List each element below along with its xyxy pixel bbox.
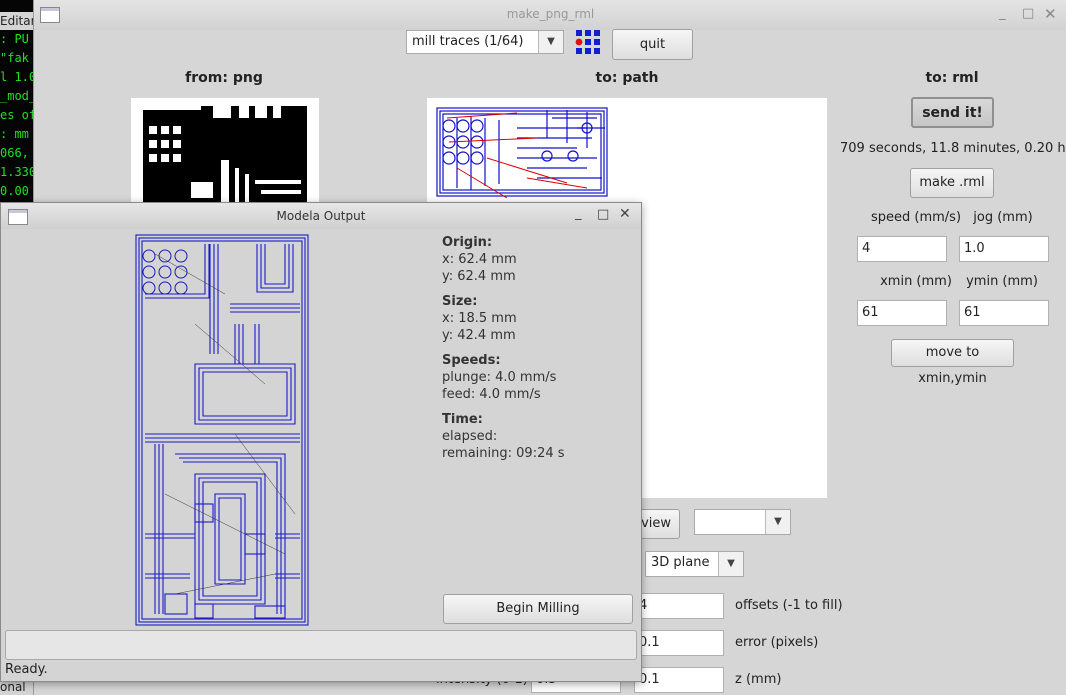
minimize-icon[interactable]: _ — [999, 6, 1006, 21]
error-label: error (pixels) — [735, 635, 819, 650]
move-to-xmin-ymin-button[interactable]: move to xmin,ymin — [891, 339, 1014, 386]
z-label: z (mm) — [735, 672, 782, 687]
begin-milling-button[interactable]: Begin Milling — [443, 594, 633, 624]
speed-label: speed (mm/s) — [870, 210, 962, 225]
window-title: make_png_rml — [506, 7, 595, 21]
toolpath-preview — [436, 107, 608, 199]
xmin-input[interactable]: 61 — [857, 300, 947, 326]
offsets-input[interactable]: 4 — [634, 593, 724, 619]
plane-select[interactable]: 3D plane ▼ — [645, 551, 744, 577]
main-titlebar: make_png_rml _ □ ✕ — [34, 0, 1066, 30]
size-header: Size: — [442, 294, 478, 309]
to-path-header: to: path — [595, 70, 659, 86]
process-select-value: mill traces (1/64) — [412, 34, 524, 49]
fab-logo-icon — [575, 30, 600, 54]
remaining-time: remaining: 09:24 s — [442, 446, 565, 461]
chevron-down-icon: ▼ — [765, 510, 790, 534]
toolpath-canvas — [135, 234, 309, 627]
maximize-icon[interactable]: □ — [597, 207, 609, 222]
jog-label: jog (mm) — [973, 210, 1033, 225]
status-text: Ready. — [5, 662, 48, 677]
time-header: Time: — [442, 412, 483, 427]
origin-y: y: 62.4 mm — [442, 269, 516, 284]
plane-select-value: 3D plane — [651, 555, 710, 570]
speeds-header: Speeds: — [442, 353, 501, 368]
view-select[interactable]: ▼ — [694, 509, 791, 535]
z-input[interactable]: 0.1 — [634, 667, 724, 693]
milling-info: Origin: x: 62.4 mm y: 62.4 mm Size: x: 1… — [442, 234, 632, 462]
error-input[interactable]: 0.1 — [634, 630, 724, 656]
send-it-button[interactable]: send it! — [911, 97, 994, 128]
time-estimate: 709 seconds, 11.8 minutes, 0.20 hours — [840, 141, 1066, 156]
ymin-input[interactable]: 61 — [959, 300, 1049, 326]
jog-input[interactable]: 1.0 — [959, 236, 1049, 262]
feed-speed: feed: 4.0 mm/s — [442, 387, 541, 402]
process-select[interactable]: mill traces (1/64) ▼ — [406, 30, 564, 54]
chevron-down-icon: ▼ — [538, 31, 563, 53]
milling-progress-bar — [5, 630, 637, 660]
chevron-down-icon: ▼ — [718, 552, 743, 576]
png-preview — [131, 98, 319, 208]
modela-output-dialog: Modela Output _ □ ✕ Origin: x: 62.4 mm y… — [0, 202, 642, 682]
dialog-titlebar: Modela Output _ □ ✕ — [1, 203, 641, 229]
speed-input[interactable]: 4 — [857, 236, 947, 262]
ymin-label: ymin (mm) — [966, 274, 1038, 289]
offsets-label: offsets (-1 to fill) — [735, 598, 843, 613]
origin-header: Origin: — [442, 235, 493, 250]
close-icon[interactable]: ✕ — [619, 206, 631, 222]
make-rml-button[interactable]: make .rml — [910, 168, 994, 198]
quit-button[interactable]: quit — [612, 29, 693, 60]
dialog-title: Modela Output — [276, 209, 366, 223]
plunge-speed: plunge: 4.0 mm/s — [442, 370, 557, 385]
size-x: x: 18.5 mm — [442, 311, 517, 326]
minimize-icon[interactable]: _ — [575, 206, 582, 221]
from-png-header: from: png — [185, 70, 263, 86]
xmin-label: xmin (mm) — [880, 274, 952, 289]
origin-x: x: 62.4 mm — [442, 252, 517, 267]
to-rml-header: to: rml — [925, 70, 979, 86]
close-icon[interactable]: ✕ — [1044, 5, 1057, 23]
size-y: y: 42.4 mm — [442, 328, 516, 343]
maximize-icon[interactable]: □ — [1022, 6, 1034, 21]
elapsed-time: elapsed: — [442, 429, 498, 444]
